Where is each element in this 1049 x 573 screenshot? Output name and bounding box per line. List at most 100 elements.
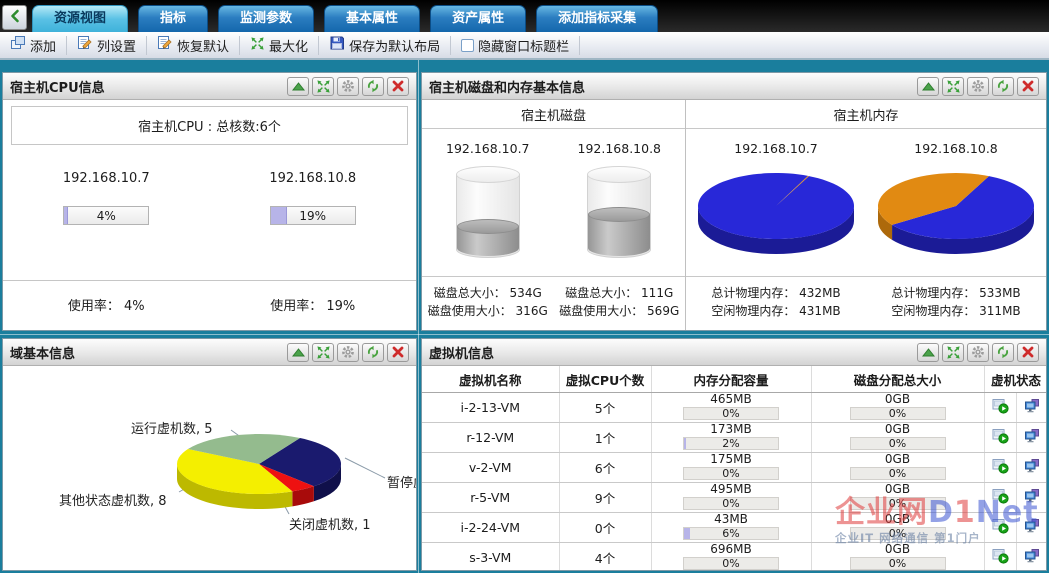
add-icon: [10, 35, 26, 55]
panel-title: 域基本信息: [10, 343, 284, 362]
tab-指标[interactable]: 指标: [138, 5, 208, 32]
panel-header[interactable]: 虚拟机信息: [422, 339, 1046, 366]
table-row[interactable]: s-3-VM4个696MB0%0GB0%: [422, 543, 1047, 572]
table-row[interactable]: i-2-13-VM5个465MB0%0GB0%: [422, 393, 1047, 423]
vertical-splitter[interactable]: [418, 60, 419, 573]
alloc-value: 0GB: [812, 513, 984, 526]
tab-监测参数[interactable]: 监测参数: [218, 5, 314, 32]
dashboard-screen: 资源视图指标监测参数基本属性资产属性添加指标采集 添加列设置恢复默认最大化保存为…: [0, 0, 1049, 573]
panel-header[interactable]: 宿主机CPU信息: [3, 73, 416, 100]
panel-collapse-button[interactable]: [917, 343, 939, 362]
vm-console-icon[interactable]: [1024, 488, 1040, 504]
table-row[interactable]: r-12-VM1个173MB2%0GB0%: [422, 423, 1047, 453]
vm-name: v-2-VM: [422, 453, 559, 483]
toolbar-separator: [318, 36, 319, 55]
panel-refresh-button[interactable]: [992, 77, 1014, 96]
panel-maximize-button[interactable]: [312, 343, 334, 362]
vm-column-header[interactable]: 虚机状态: [984, 366, 1047, 393]
panel-close-button[interactable]: [1017, 343, 1039, 362]
disk-stats: 磁盘总大小： 534G磁盘使用大小： 316G磁盘总大小： 111G磁盘使用大小…: [422, 276, 685, 330]
vm-running-icon[interactable]: [992, 548, 1009, 564]
vm-console-icon[interactable]: [1024, 548, 1040, 564]
vm-column-header[interactable]: 虚拟CPU个数: [559, 366, 651, 393]
toolbar-button-最大化[interactable]: 最大化: [243, 34, 315, 57]
panel-settings-button[interactable]: [337, 343, 359, 362]
vm-running-icon[interactable]: [992, 458, 1009, 474]
panel-maximize-button[interactable]: [942, 343, 964, 362]
memory-section: 宿主机内存 192.168.10.7192.168.10.8 总计物理内存： 4…: [686, 100, 1046, 330]
tabs-container: 资源视图指标监测参数基本属性资产属性添加指标采集: [32, 5, 668, 32]
vm-column-header[interactable]: 内存分配容量: [651, 366, 811, 393]
horizontal-splitter[interactable]: [0, 334, 1049, 335]
alloc-value: 495MB: [652, 483, 811, 496]
vm-running-icon[interactable]: [992, 398, 1009, 414]
cpu-usage-rate-text: 使用率： 19%: [210, 295, 417, 314]
panel-settings-button[interactable]: [967, 343, 989, 362]
stat-line: 磁盘使用大小： 569G: [554, 302, 686, 321]
host-ip-label: 192.168.10.8: [210, 171, 417, 186]
vm-name: s-3-VM: [422, 543, 559, 572]
vm-status-cell: [1016, 513, 1047, 543]
alloc-value: 0GB: [812, 423, 984, 436]
vm-disk-cell: 0GB0%: [811, 483, 984, 513]
panel-collapse-button[interactable]: [287, 77, 309, 96]
panel-controls: [284, 343, 409, 362]
vm-console-icon[interactable]: [1024, 518, 1040, 534]
vm-table-header: 虚拟机名称虚拟CPU个数内存分配容量磁盘分配总大小虚机状态: [422, 366, 1047, 393]
panel-collapse-button[interactable]: [287, 343, 309, 362]
toolbar-button-保存为默认布局[interactable]: 保存为默认布局: [322, 33, 447, 57]
vm-cpu-count: 4个: [559, 543, 651, 572]
table-row[interactable]: i-2-24-VM0个43MB6%0GB0%: [422, 513, 1047, 543]
panel-close-button[interactable]: [387, 77, 409, 96]
panel-header[interactable]: 域基本信息: [3, 339, 416, 366]
host-ip-label: 192.168.10.8: [554, 141, 686, 156]
panel-refresh-button[interactable]: [362, 343, 384, 362]
alloc-bar: 0%: [850, 467, 946, 480]
panel-refresh-button[interactable]: [362, 77, 384, 96]
tab-资产属性[interactable]: 资产属性: [430, 5, 526, 32]
toolbar-button-添加[interactable]: 添加: [3, 33, 63, 57]
table-row[interactable]: v-2-VM6个175MB0%0GB0%: [422, 453, 1047, 483]
panel-collapse-button[interactable]: [917, 77, 939, 96]
vm-console-icon[interactable]: [1024, 398, 1040, 414]
disk-columns: 192.168.10.7192.168.10.8: [422, 129, 685, 276]
alloc-value: 0GB: [812, 483, 984, 496]
vm-console-icon[interactable]: [1024, 428, 1040, 444]
maximize-icon: [316, 79, 331, 94]
disk-host-column: 192.168.10.8: [554, 129, 686, 276]
vm-column-header[interactable]: 磁盘分配总大小: [811, 366, 984, 393]
cpu-usage-percent: 19%: [271, 207, 355, 225]
panel-settings-button[interactable]: [967, 77, 989, 96]
hide-titlebar-toggle[interactable]: 隐藏窗口标题栏: [454, 34, 576, 57]
table-row[interactable]: r-5-VM9个495MB0%0GB0%: [422, 483, 1047, 513]
memory-pie-chart: [691, 164, 861, 268]
panel-settings-button[interactable]: [337, 77, 359, 96]
tab-资源视图[interactable]: 资源视图: [32, 5, 128, 32]
panel-maximize-button[interactable]: [942, 77, 964, 96]
vm-name: r-12-VM: [422, 423, 559, 453]
panel-close-button[interactable]: [1017, 77, 1039, 96]
cpu-total-banner: 宿主机CPU : 总核数:6个: [11, 106, 408, 145]
panel-header[interactable]: 宿主机磁盘和内存基本信息: [422, 73, 1046, 100]
panel-close-button[interactable]: [387, 343, 409, 362]
vm-console-icon[interactable]: [1024, 458, 1040, 474]
disk-stats-text: 磁盘总大小： 534G磁盘使用大小： 316G: [422, 284, 554, 321]
back-button[interactable]: [2, 5, 27, 30]
toolbar-button-列设置[interactable]: 列设置: [70, 33, 143, 57]
tab-基本属性[interactable]: 基本属性: [324, 5, 420, 32]
vm-name: i-2-24-VM: [422, 513, 559, 543]
alloc-bar: 0%: [683, 557, 779, 570]
vm-column-header[interactable]: 虚拟机名称: [422, 366, 559, 393]
hide-titlebar-checkbox[interactable]: [461, 39, 474, 52]
vm-running-icon[interactable]: [992, 518, 1009, 534]
panel-refresh-button[interactable]: [992, 343, 1014, 362]
vm-running-icon[interactable]: [992, 428, 1009, 444]
maximize-icon: [946, 79, 961, 94]
vm-disk-cell: 0GB0%: [811, 393, 984, 423]
toolbar-button-恢复默认[interactable]: 恢复默认: [150, 33, 236, 57]
panel-maximize-button[interactable]: [312, 77, 334, 96]
tab-添加指标采集[interactable]: 添加指标采集: [536, 5, 658, 32]
refresh-icon: [996, 345, 1010, 359]
maximize-icon: [316, 345, 331, 360]
vm-running-icon[interactable]: [992, 488, 1009, 504]
